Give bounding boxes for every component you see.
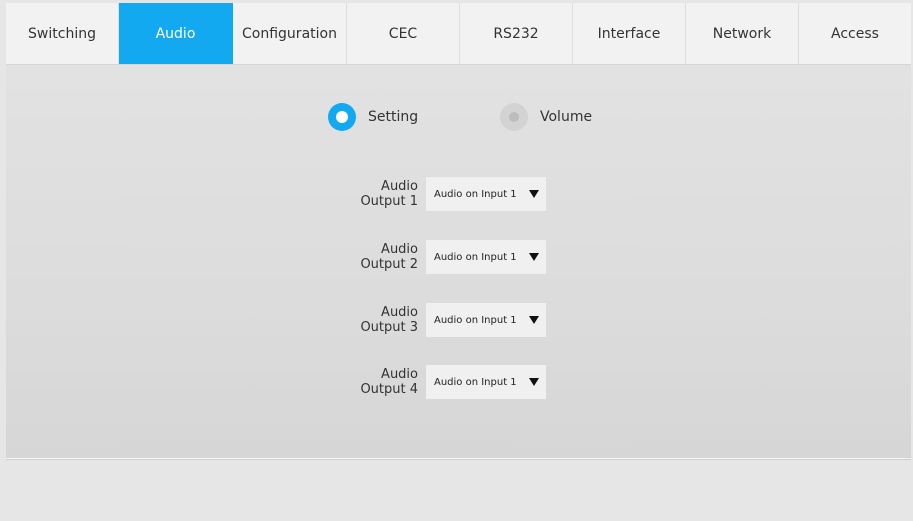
triangle-down-icon bbox=[529, 253, 539, 261]
tab-label: Access bbox=[831, 25, 879, 42]
footer-bar bbox=[6, 459, 911, 520]
audio-output-3-value: Audio on Input 1 bbox=[434, 314, 517, 326]
app-frame: Switching Audio Configuration CEC RS232 … bbox=[6, 3, 911, 520]
tab-cec[interactable]: CEC bbox=[347, 3, 460, 64]
triangle-down-icon bbox=[529, 190, 539, 198]
tab-audio[interactable]: Audio bbox=[119, 3, 233, 64]
tab-label: Network bbox=[712, 25, 772, 42]
tab-network[interactable]: Network bbox=[686, 3, 799, 64]
audio-output-2-select[interactable]: Audio on Input 1 bbox=[426, 240, 546, 274]
tab-label: CEC bbox=[388, 25, 418, 42]
audio-output-4-select[interactable]: Audio on Input 1 bbox=[426, 365, 546, 399]
triangle-down-icon bbox=[529, 316, 539, 324]
audio-output-label-line1: Audio bbox=[381, 305, 418, 320]
volume-radio-label: Volume bbox=[540, 109, 593, 125]
audio-output-1-select[interactable]: Audio on Input 1 bbox=[426, 177, 546, 211]
audio-output-3-select[interactable]: Audio on Input 1 bbox=[426, 303, 546, 337]
tab-access[interactable]: Access bbox=[799, 3, 911, 64]
volume-radio[interactable]: Volume bbox=[500, 103, 592, 131]
audio-output-label-line2: Output 4 bbox=[360, 382, 418, 397]
tab-bar: Switching Audio Configuration CEC RS232 … bbox=[6, 3, 911, 65]
audio-settings-panel: Setting Volume Audio Output 1 Audio on I… bbox=[6, 65, 911, 459]
tab-label: Interface bbox=[597, 25, 661, 42]
tab-switching[interactable]: Switching bbox=[6, 3, 119, 64]
setting-radio-label: Setting bbox=[368, 109, 419, 125]
audio-output-label-line1: Audio bbox=[381, 367, 418, 382]
audio-output-4-value: Audio on Input 1 bbox=[434, 376, 517, 388]
tab-label: Audio bbox=[155, 25, 196, 42]
audio-output-row: Audio Output 2 Audio on Input 1 bbox=[360, 240, 546, 274]
audio-output-label: Audio Output 1 bbox=[360, 179, 418, 209]
tab-rs232[interactable]: RS232 bbox=[460, 3, 573, 64]
audio-output-row: Audio Output 4 Audio on Input 1 bbox=[360, 365, 546, 399]
audio-output-label-line2: Output 3 bbox=[360, 320, 418, 335]
audio-output-label-line2: Output 2 bbox=[360, 257, 418, 272]
tab-configuration[interactable]: Configuration bbox=[233, 3, 347, 64]
audio-output-label-line1: Audio bbox=[381, 179, 418, 194]
audio-output-label-line1: Audio bbox=[381, 242, 418, 257]
radio-selected-icon bbox=[328, 103, 356, 131]
audio-output-label: Audio Output 3 bbox=[360, 305, 418, 335]
audio-output-2-value: Audio on Input 1 bbox=[434, 251, 517, 263]
tab-label: Switching bbox=[28, 25, 96, 42]
audio-output-label: Audio Output 2 bbox=[360, 242, 418, 272]
audio-output-1-value: Audio on Input 1 bbox=[434, 188, 517, 200]
triangle-down-icon bbox=[529, 378, 539, 386]
tab-label: RS232 bbox=[493, 25, 539, 42]
radio-unselected-icon bbox=[500, 103, 528, 131]
setting-radio[interactable]: Setting bbox=[328, 103, 418, 131]
tab-label: Configuration bbox=[242, 25, 337, 42]
audio-output-label: Audio Output 4 bbox=[360, 367, 418, 397]
audio-output-row: Audio Output 1 Audio on Input 1 bbox=[360, 177, 546, 211]
tab-interface[interactable]: Interface bbox=[573, 3, 686, 64]
audio-output-row: Audio Output 3 Audio on Input 1 bbox=[360, 303, 546, 337]
audio-output-label-line2: Output 1 bbox=[360, 194, 418, 209]
